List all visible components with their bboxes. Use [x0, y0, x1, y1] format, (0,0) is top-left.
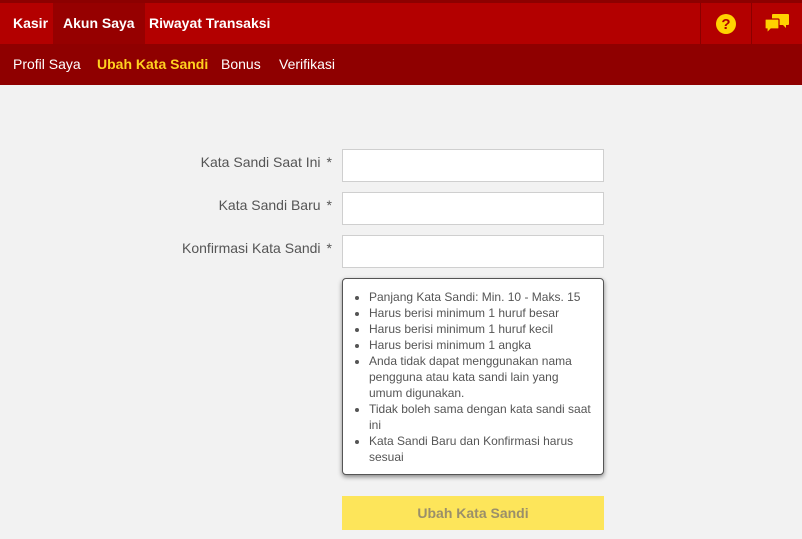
change-password-button[interactable]: Ubah Kata Sandi [342, 496, 604, 530]
current-password-input[interactable] [342, 149, 604, 182]
subtab-profil-saya[interactable]: Profil Saya [13, 44, 81, 85]
label-text: Kata Sandi Baru [218, 197, 321, 213]
current-password-label: Kata Sandi Saat Ini * [201, 154, 332, 170]
tab-riwayat-transaksi[interactable]: Riwayat Transaksi [139, 3, 280, 44]
label-text: Konfirmasi Kata Sandi [182, 240, 321, 256]
label-text: Kata Sandi Saat Ini [200, 154, 321, 170]
confirm-password-label: Konfirmasi Kata Sandi * [182, 240, 332, 256]
subtab-verifikasi[interactable]: Verifikasi [279, 44, 335, 85]
required-mark: * [326, 197, 332, 213]
chat-icon [764, 13, 789, 34]
tab-kasir[interactable]: Kasir [3, 3, 58, 44]
required-mark: * [326, 240, 332, 256]
sub-navigation-bar: Profil Saya Ubah Kata Sandi Bonus Verifi… [0, 44, 802, 85]
confirm-password-input[interactable] [342, 235, 604, 268]
rule-item: Harus berisi minimum 1 huruf besar [369, 305, 591, 321]
rule-item: Anda tidak dapat menggunakan nama penggu… [369, 353, 591, 401]
new-password-input[interactable] [342, 192, 604, 225]
tab-akun-saya[interactable]: Akun Saya [53, 3, 145, 44]
svg-text:?: ? [721, 16, 730, 33]
rule-item: Harus berisi minimum 1 angka [369, 337, 591, 353]
password-rules-tooltip: Panjang Kata Sandi: Min. 10 - Maks. 15 H… [342, 278, 604, 475]
required-mark: * [326, 154, 332, 170]
rule-item: Panjang Kata Sandi: Min. 10 - Maks. 15 [369, 289, 591, 305]
rule-item: Harus berisi minimum 1 huruf kecil [369, 321, 591, 337]
password-rules-list: Panjang Kata Sandi: Min. 10 - Maks. 15 H… [369, 289, 591, 465]
help-icon: ? [716, 13, 736, 34]
rule-item: Tidak boleh sama dengan kata sandi saat … [369, 401, 591, 433]
new-password-label: Kata Sandi Baru * [219, 197, 332, 213]
help-button[interactable]: ? [701, 3, 751, 44]
subtab-ubah-kata-sandi[interactable]: Ubah Kata Sandi [97, 44, 208, 85]
top-navigation-bar: Kasir Akun Saya Riwayat Transaksi ? [0, 0, 802, 44]
rule-item: Kata Sandi Baru dan Konfirmasi harus ses… [369, 433, 591, 465]
subtab-bonus[interactable]: Bonus [221, 44, 261, 85]
chat-button[interactable] [752, 3, 802, 44]
